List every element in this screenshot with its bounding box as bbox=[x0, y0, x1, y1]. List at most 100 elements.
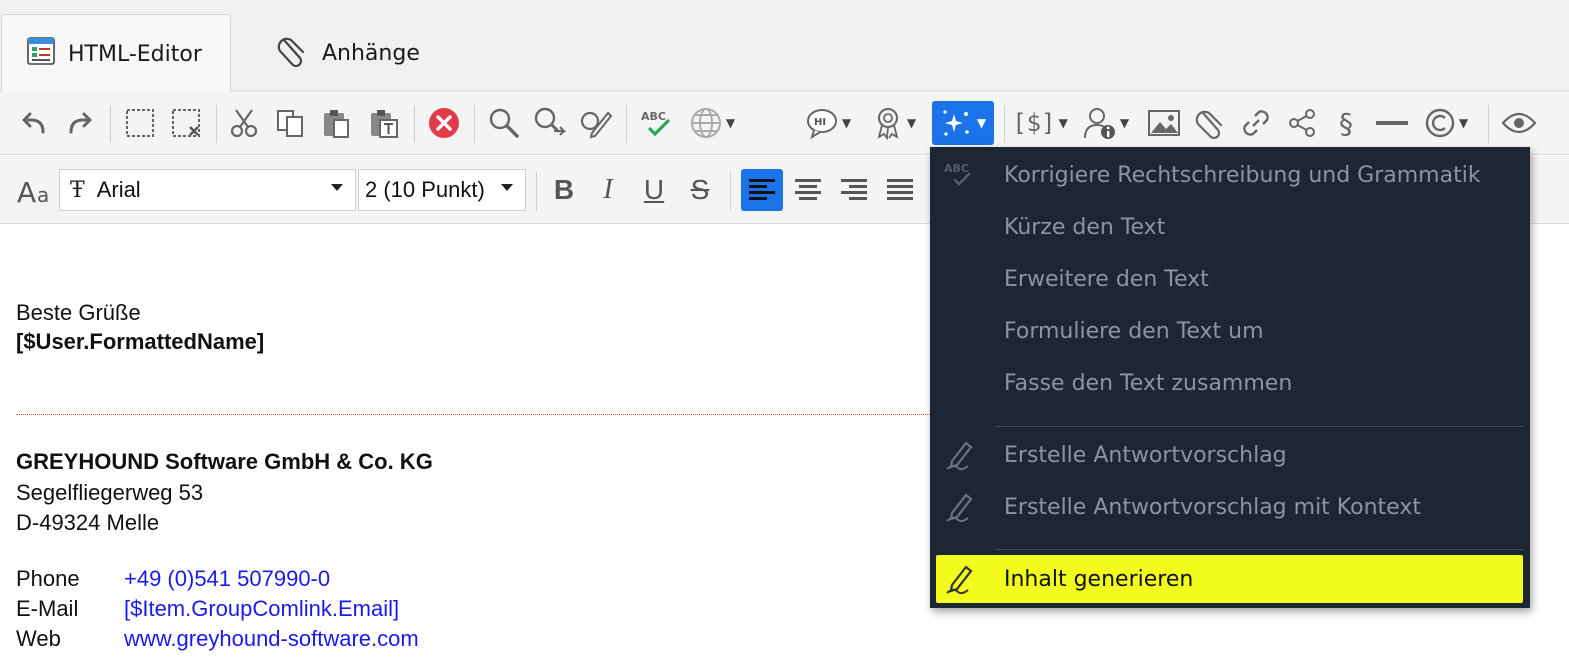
paste-text-icon bbox=[371, 110, 398, 138]
share-button[interactable] bbox=[1282, 101, 1322, 145]
award-dropdown[interactable]: ▼ bbox=[866, 101, 922, 145]
award-icon bbox=[877, 108, 899, 140]
preview-icon bbox=[1501, 112, 1537, 134]
copyright-dropdown[interactable]: ▼ bbox=[1418, 101, 1474, 145]
italic-icon: I bbox=[603, 174, 613, 205]
chevron-down-icon: ▼ bbox=[1058, 116, 1068, 130]
underline-button[interactable]: U bbox=[634, 170, 674, 210]
menu-item-reply-suggestion-context[interactable]: Erstelle Antwortvorschlag mit Kontext bbox=[930, 482, 1530, 532]
font-size-value: 2 (10 Punkt) bbox=[365, 177, 485, 202]
insert-link-button[interactable] bbox=[1236, 101, 1276, 145]
tab-html-editor[interactable]: HTML-Editor bbox=[1, 14, 231, 93]
toolbar-separator bbox=[110, 105, 111, 143]
find-replace-button[interactable] bbox=[530, 101, 570, 145]
justify-icon bbox=[887, 179, 913, 200]
cancel-button[interactable] bbox=[424, 101, 464, 145]
preview-button[interactable] bbox=[1498, 101, 1540, 145]
chevron-down-icon: ▼ bbox=[841, 116, 852, 130]
toolbar-separator bbox=[216, 105, 217, 143]
contact-web-link[interactable]: www.greyhound-software.com bbox=[124, 626, 419, 652]
font-size-select[interactable]: 2 (10 Punkt) bbox=[358, 169, 526, 211]
italic-button[interactable]: I bbox=[588, 170, 628, 210]
strikethrough-icon: S bbox=[690, 174, 710, 205]
paragraph-button[interactable]: § bbox=[1328, 101, 1364, 145]
menu-item-rephrase[interactable]: Formuliere den Text um bbox=[930, 306, 1530, 356]
menu-item-label: Erstelle Antwortvorschlag bbox=[1004, 442, 1287, 468]
align-center-button[interactable] bbox=[788, 170, 828, 210]
toolbar-separator bbox=[730, 172, 731, 210]
paragraph-icon: § bbox=[1339, 106, 1353, 140]
font-family-select[interactable]: Ŧ Arial bbox=[59, 169, 356, 211]
tab-attachments[interactable]: Anhänge bbox=[250, 14, 444, 92]
strikethrough-button[interactable]: S bbox=[680, 170, 720, 210]
insert-image-button[interactable] bbox=[1144, 101, 1184, 145]
spellcheck-icon: ABC bbox=[942, 157, 978, 193]
font-style-button[interactable]: Aa bbox=[14, 170, 56, 210]
menu-item-reply-suggestion[interactable]: Erstelle Antwortvorschlag bbox=[930, 430, 1530, 480]
underline-icon: U bbox=[643, 174, 665, 205]
toolbar-separator bbox=[626, 105, 627, 143]
font-family-value: Arial bbox=[96, 177, 141, 202]
chevron-down-icon bbox=[501, 184, 513, 191]
ai-assistant-menu: ABC Korrigiere Rechtschreibung und Gramm… bbox=[930, 147, 1530, 608]
align-right-button[interactable] bbox=[834, 170, 874, 210]
share-icon bbox=[1289, 109, 1315, 137]
deselect-icon bbox=[172, 109, 200, 137]
horizontal-rule-button[interactable] bbox=[1372, 101, 1412, 145]
redo-icon bbox=[69, 112, 92, 134]
menu-separator bbox=[994, 549, 1524, 550]
cut-button[interactable] bbox=[226, 101, 262, 145]
edit-icon bbox=[580, 111, 613, 139]
menu-item-spellcheck[interactable]: ABC Korrigiere Rechtschreibung und Gramm… bbox=[930, 150, 1530, 200]
chevron-down-icon: ▼ bbox=[725, 116, 736, 130]
chevron-down-icon: ▼ bbox=[976, 116, 987, 130]
paste-icon bbox=[324, 110, 349, 138]
paste-button[interactable] bbox=[318, 101, 354, 145]
cancel-icon bbox=[429, 108, 459, 138]
attachment-icon bbox=[1195, 110, 1223, 140]
contact-label: Phone bbox=[16, 566, 80, 591]
menu-item-generate-content[interactable]: Inhalt generieren bbox=[936, 555, 1523, 603]
variable-dropdown[interactable]: [$] ▼ bbox=[1012, 101, 1068, 145]
align-left-button[interactable] bbox=[741, 169, 783, 211]
language-icon bbox=[690, 108, 721, 138]
bold-button[interactable]: B bbox=[544, 170, 584, 210]
pen-icon bbox=[942, 489, 978, 525]
html-editor-icon bbox=[26, 36, 56, 72]
toolbar-separator bbox=[474, 105, 475, 143]
svg-text:ABC: ABC bbox=[944, 162, 969, 175]
menu-item-shorten[interactable]: Kürze den Text bbox=[930, 202, 1530, 252]
spellcheck-button[interactable]: ABC bbox=[636, 101, 676, 145]
insert-attachment-button[interactable] bbox=[1190, 101, 1230, 145]
paste-text-button[interactable] bbox=[366, 101, 402, 145]
redo-button[interactable] bbox=[62, 101, 98, 145]
signature-divider bbox=[16, 414, 936, 415]
bold-icon: B bbox=[553, 174, 575, 205]
find-button[interactable] bbox=[484, 101, 524, 145]
deselect-button[interactable] bbox=[168, 101, 204, 145]
undo-button[interactable] bbox=[16, 101, 52, 145]
menu-item-label: Formuliere den Text um bbox=[1004, 318, 1264, 344]
edit-button[interactable] bbox=[576, 101, 616, 145]
contact-email-link[interactable]: [$Item.GroupComlink.Email] bbox=[124, 596, 399, 622]
speech-bubble-icon: HI bbox=[806, 109, 837, 140]
select-all-button[interactable] bbox=[122, 101, 158, 145]
menu-item-expand[interactable]: Erweitere den Text bbox=[930, 254, 1530, 304]
toolbar-separator bbox=[1004, 105, 1005, 143]
tab-attachments-label: Anhänge bbox=[322, 40, 420, 66]
copy-button[interactable] bbox=[272, 101, 308, 145]
ai-assistant-dropdown[interactable]: ▼ bbox=[932, 101, 994, 145]
toolbar-separator bbox=[536, 172, 537, 210]
company-city: D-49324 Melle bbox=[16, 510, 160, 535]
tab-bar: HTML-Editor Anhänge bbox=[0, 0, 1569, 93]
speech-bubble-dropdown[interactable]: HI ▼ bbox=[800, 101, 856, 145]
menu-item-label: Kürze den Text bbox=[1004, 214, 1166, 240]
language-dropdown[interactable]: ▼ bbox=[682, 101, 742, 145]
pen-icon bbox=[942, 561, 978, 597]
contact-phone-link[interactable]: +49 (0)541 507990-0 bbox=[124, 566, 330, 592]
user-info-icon bbox=[1083, 108, 1115, 139]
justify-button[interactable] bbox=[880, 170, 920, 210]
user-info-dropdown[interactable]: ▼ bbox=[1078, 101, 1134, 145]
menu-item-summarize[interactable]: Fasse den Text zusammen bbox=[930, 358, 1530, 408]
menu-item-label: Erweitere den Text bbox=[1004, 266, 1209, 292]
